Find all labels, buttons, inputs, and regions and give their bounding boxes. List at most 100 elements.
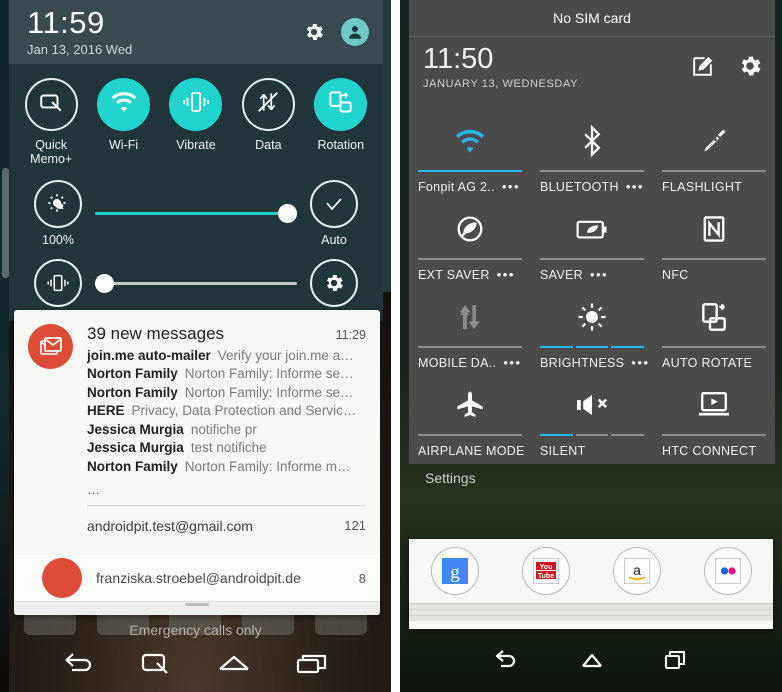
settings-link[interactable]: Settings (409, 464, 775, 486)
htc-quick-settings-panel: No SIM card 11:50 JANUARY 13, WEDNESDAY (409, 0, 775, 486)
notification-card[interactable]: 39 new messages 11:29 join.me auto-maile… (14, 310, 380, 615)
shade-grip[interactable] (185, 603, 209, 606)
toggle-label: Quick Memo+ (30, 138, 73, 166)
lg-quick-settings-panel: 11:59 Jan 13, 2016 Wed Quick Memo+ Wi-Fi… (9, 0, 383, 321)
tile-nfc[interactable]: NFC (653, 196, 775, 284)
tile-underline (662, 346, 766, 348)
tile-underline (418, 434, 522, 436)
toggle-label: Data (255, 138, 282, 152)
auto-brightness-button[interactable] (310, 180, 358, 228)
app-shortcut-amazon[interactable]: a (612, 547, 661, 595)
quick-launch-card[interactable]: g You Tube a (409, 539, 773, 629)
list-item[interactable]: Norton Family Norton Family: Informe m… (87, 459, 366, 474)
recents-button[interactable] (662, 648, 690, 677)
tile-options-icon[interactable]: ••• (497, 268, 515, 281)
tile-saver[interactable]: SAVER ••• (531, 196, 653, 284)
toggle-wifi[interactable]: Wi-Fi (91, 78, 157, 166)
tile-options-icon[interactable]: ••• (502, 180, 520, 193)
recents-button[interactable] (295, 652, 329, 681)
vibrate-icon (182, 89, 210, 120)
back-button[interactable] (492, 648, 522, 677)
tile-bluetooth[interactable]: BLUETOOTH ••• (531, 108, 653, 196)
toggle-data[interactable]: Data (235, 78, 301, 166)
tile-options-icon[interactable]: ••• (503, 356, 521, 369)
app-shortcut-google[interactable]: g (430, 547, 479, 595)
edit-icon[interactable] (690, 54, 715, 84)
mail-sender: join.me auto-mailer (87, 347, 211, 363)
tile-ext-saver[interactable]: EXT SAVER ••• (409, 196, 531, 284)
app-shortcut-flickr[interactable] (703, 547, 752, 595)
brightness-icon[interactable] (34, 180, 82, 228)
mail-sender: Jessica Murgia (87, 440, 184, 455)
list-item[interactable]: Jessica Murgia notifiche pr (87, 422, 366, 437)
bluetooth-icon (577, 118, 607, 164)
list-item[interactable]: Jessica Murgia test notifiche (87, 440, 366, 455)
mail-subject: Norton Family: Informe m… (184, 458, 351, 474)
tile-auto-rotate[interactable]: AUTO ROTATE (653, 284, 775, 372)
back-button[interactable] (62, 651, 96, 682)
date: JANUARY 13, WEDNESDAY (423, 78, 579, 90)
tile-options-icon[interactable]: ••• (590, 268, 608, 281)
brightness-slider-row: 100% Auto (9, 180, 383, 247)
toggle-label: Rotation (317, 138, 365, 152)
mail-sender: Norton Family (87, 366, 178, 381)
tile-label: NFC (662, 268, 689, 282)
gmail-icon (28, 324, 73, 369)
brightness-slider[interactable] (95, 199, 297, 229)
tile-htc-connect[interactable]: HTC CONNECT (653, 372, 775, 460)
second-account-email: franziska.stroebel@androidpit.de (96, 570, 301, 586)
tile-label: AUTO ROTATE (662, 356, 753, 370)
clock: 11:59 (27, 5, 105, 40)
tile-underline (540, 170, 644, 172)
scroll-handle[interactable] (2, 168, 9, 278)
mail-subject: notifiche pr (190, 421, 257, 437)
gear-icon[interactable] (303, 21, 325, 43)
avatar[interactable] (341, 18, 369, 46)
list-item[interactable]: join.me auto-mailer Verify your join.me a… (87, 348, 366, 363)
gear-icon[interactable] (737, 53, 763, 84)
second-notification[interactable]: franziska.stroebel@androidpit.de 8 (14, 555, 380, 601)
tile-underline (540, 346, 645, 348)
home-button[interactable] (578, 648, 606, 677)
tile-silent[interactable]: SILENT (531, 372, 653, 460)
home-button[interactable] (217, 652, 251, 681)
divider (87, 504, 366, 506)
list-item[interactable]: HERE Privacy, Data Protection and Servic… (87, 403, 366, 418)
list-item[interactable]: Norton Family Norton Family: Informe se… (87, 385, 366, 400)
list-item[interactable]: Norton Family Norton Family: Informe se… (87, 366, 366, 381)
wifi-icon (452, 118, 488, 164)
tile-flashlight[interactable]: FLASHLIGHT (653, 108, 775, 196)
volume-slider[interactable] (95, 268, 297, 298)
left-phone-lg: 11:59 Jan 13, 2016 Wed Quick Memo+ Wi-Fi… (0, 0, 391, 692)
tile-label: AIRPLANE MODE (418, 444, 525, 458)
volume-slider-knob[interactable] (95, 273, 114, 293)
sim-status-text: No SIM card (553, 10, 631, 26)
tile-wifi[interactable]: Fonpit AG 2.. ••• (409, 108, 531, 196)
tile-options-icon[interactable]: ••• (631, 356, 649, 369)
notification-title: 39 new messages (87, 324, 225, 343)
account-count: 121 (344, 518, 366, 533)
quick-memo-button[interactable] (140, 651, 172, 682)
dual-phone-screenshot: 11:59 Jan 13, 2016 Wed Quick Memo+ Wi-Fi… (0, 0, 782, 692)
toggle-rotation[interactable]: Rotation (308, 78, 374, 166)
tile-row: AIRPLANE MODE SILENT HTC CONNECT (409, 372, 775, 460)
toggle-quick-memo[interactable]: Quick Memo+ (18, 78, 84, 166)
brightness-slider-knob[interactable] (278, 204, 297, 223)
tile-options-icon[interactable]: ••• (626, 180, 644, 193)
tile-label: MOBILE DA.. (418, 356, 497, 370)
notification-account-row[interactable]: androidpit.test@gmail.com 121 (14, 506, 380, 534)
sound-settings-gear-icon[interactable] (310, 259, 358, 307)
vibrate-ring-icon[interactable] (34, 259, 82, 307)
tile-brightness[interactable]: BRIGHTNESS ••• (531, 284, 653, 372)
tile-airplane-mode[interactable]: AIRPLANE MODE (409, 372, 531, 460)
mute-icon (573, 382, 611, 428)
toggle-vibrate[interactable]: Vibrate (163, 78, 229, 166)
toggle-label: Vibrate (176, 138, 216, 152)
date: Jan 13, 2016 Wed (27, 42, 133, 57)
tile-mobile-data[interactable]: MOBILE DA.. ••• (409, 284, 531, 372)
lg-toggles-body: Quick Memo+ Wi-Fi Vibrate Data Rotation … (9, 64, 383, 321)
airplane-icon (454, 382, 486, 428)
mobile-data-icon (454, 294, 486, 340)
tile-underline (540, 434, 645, 436)
app-shortcut-youtube[interactable]: You Tube (521, 547, 570, 595)
